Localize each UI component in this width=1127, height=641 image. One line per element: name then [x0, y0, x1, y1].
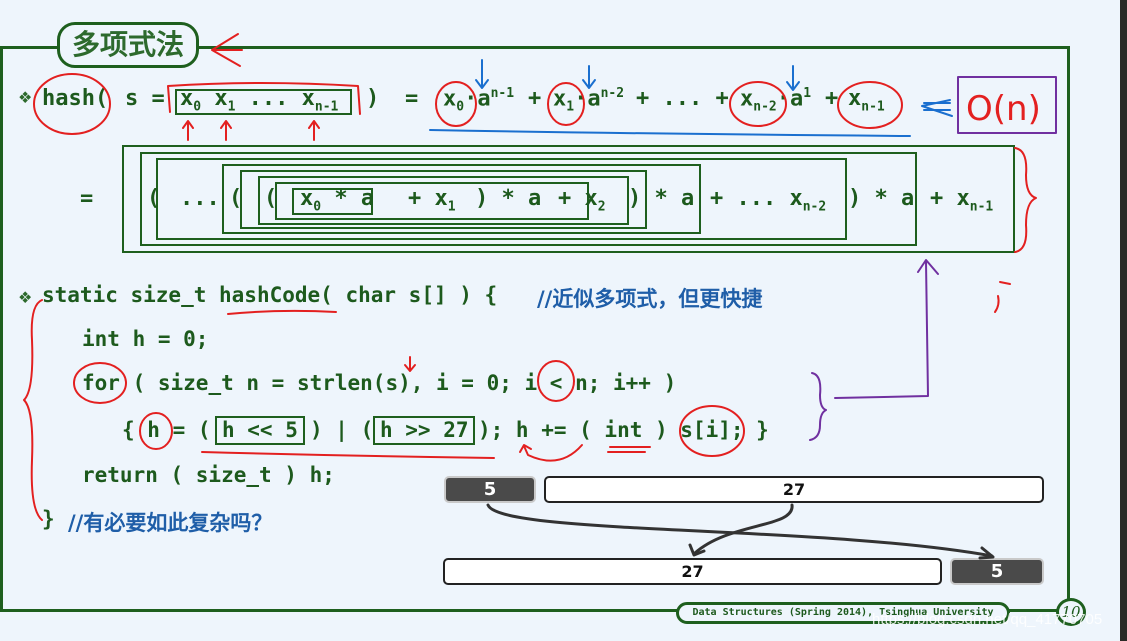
plus-dots-xn2: + ... xn-2: [710, 186, 827, 215]
term-1: x1·an-2: [553, 86, 625, 115]
bits-27-after: 27: [443, 558, 942, 585]
plus-xn1: + xn-1: [930, 186, 994, 215]
close-paren: ): [366, 86, 380, 111]
equals-sign-2: =: [80, 186, 94, 211]
code-line-3: for ( size_t n = strlen(s), i = 0; i < n…: [82, 371, 677, 395]
inner-term: x0 * a: [300, 186, 375, 215]
paren-open: (: [147, 186, 161, 211]
shift-left: h << 5: [222, 418, 298, 442]
slide-title: 多项式法: [57, 22, 199, 68]
sequence-text: x0 x1 ... xn-1: [180, 86, 339, 115]
paren-open: (: [264, 186, 278, 211]
code-line-1: static size_t hashCode( char s[] ) {: [42, 283, 510, 307]
bits-5-after: 5: [950, 558, 1044, 585]
code-bullet: ❖: [18, 288, 32, 307]
shift-right: h >> 27: [380, 418, 469, 442]
code-line-5: return ( size_t ) h;: [82, 463, 335, 487]
code-close-brace: }: [42, 507, 55, 531]
bits-27-before: 27: [544, 476, 1044, 503]
bullet-icon: ❖: [18, 88, 33, 107]
bits-5-before: 5: [444, 476, 536, 503]
term-n-2: xn-2·a1: [740, 86, 812, 115]
plus-sign: +: [528, 86, 542, 111]
watermark: https://blog.csdn.net/qq_41770705: [872, 611, 1103, 628]
bullet-icon: ❖: [18, 288, 33, 307]
close-times-a: ) * a: [848, 186, 915, 211]
comment-question: //有必要如此复杂吗？: [68, 511, 273, 535]
plus-x1: + x1: [408, 186, 456, 215]
plus-ellipsis: + ... +: [636, 86, 729, 111]
paren-open: (: [229, 186, 243, 211]
code-line-4-rest: ); h += ( int ) s[i]; }: [478, 418, 769, 442]
code-line-4-mid: ) | (: [310, 418, 374, 442]
term-0: x0·an-1: [443, 86, 515, 115]
ellipsis: ...: [180, 186, 220, 211]
s-equals: s =: [125, 86, 165, 111]
code-line-2: int h = 0;: [82, 327, 209, 351]
window-edge: [1120, 0, 1127, 641]
plus-sign: +: [825, 86, 839, 111]
equals-sign: =: [405, 86, 419, 111]
close-times-a: ) * a: [475, 186, 542, 211]
hash-label: hash(: [42, 86, 109, 111]
close-times-a: ) * a: [628, 186, 695, 211]
plus-x2: + x2: [558, 186, 606, 215]
term-n-1: xn-1: [848, 86, 885, 115]
formula1-line: ❖: [18, 88, 32, 107]
code-line-4-open: { h = (: [122, 418, 211, 442]
comment-approx: //近似多项式，但更快捷: [537, 287, 763, 311]
